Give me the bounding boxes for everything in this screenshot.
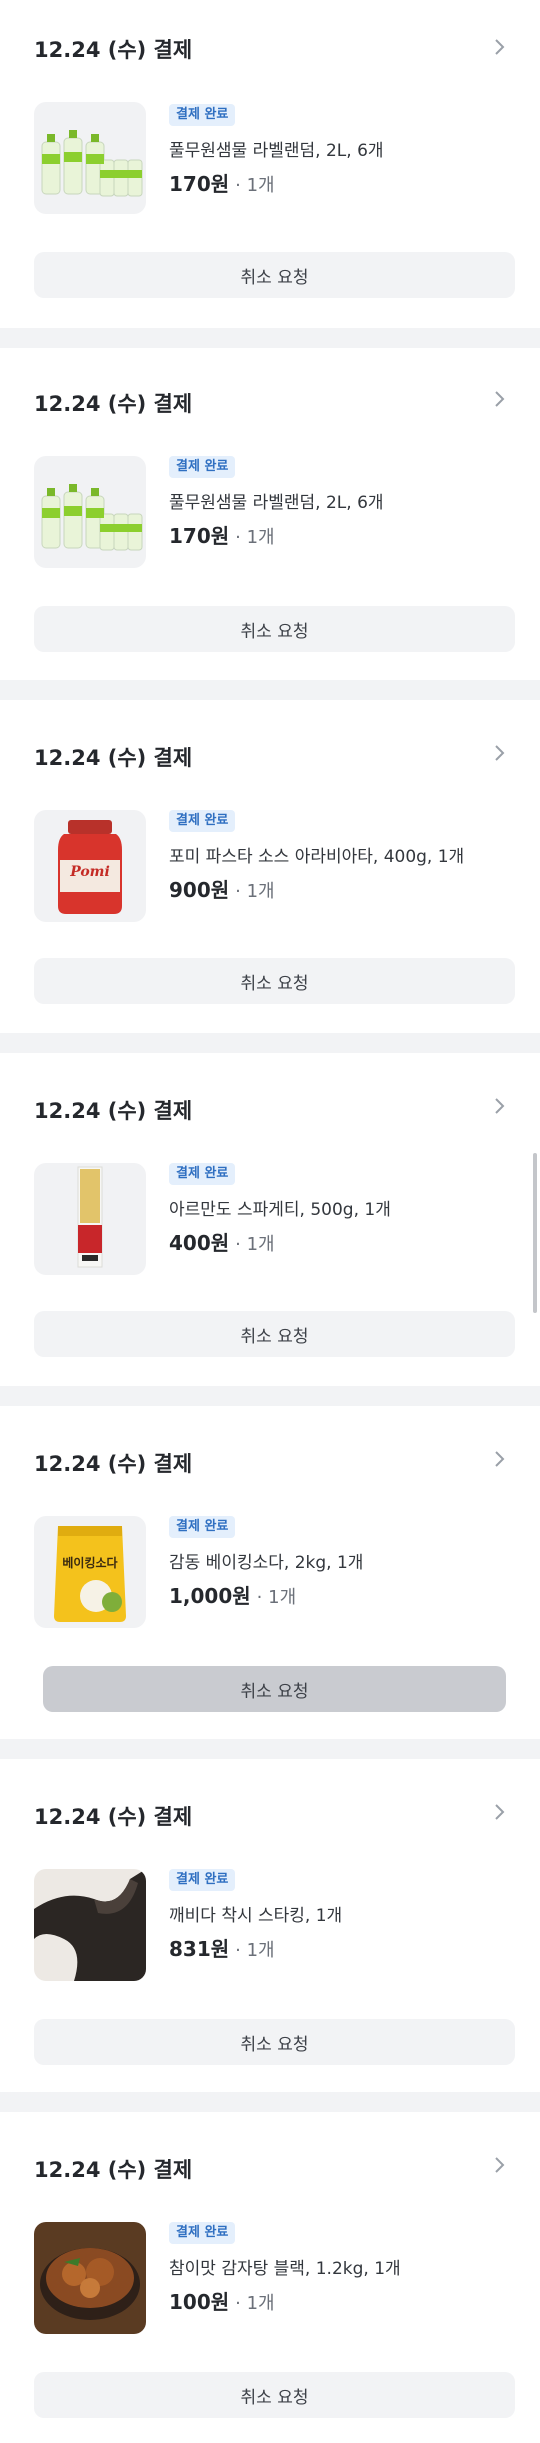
- section-divider: [0, 328, 540, 348]
- order-card: 12.24 (수) 결제 결제 완료 깨비다 착시 스타킹, 1개 831원 · …: [0, 1759, 540, 2092]
- order-date: 12.24 (수) 결제: [34, 1805, 193, 1829]
- order-card: 12.24 (수) 결제 결제 완료 풀무원샘물 라벨랜덤, 2L, 6개 17…: [0, 348, 540, 681]
- order-card: 12.24 (수) 결제 결제 완료 참이맛 감자탕 블랙, 1.2kg, 1개…: [0, 2112, 540, 2443]
- product-price: 900원 · 1개: [169, 874, 275, 903]
- payment-status-badge: 결제 완료: [169, 1516, 236, 1538]
- chevron-right-icon[interactable]: [488, 1448, 510, 1470]
- product-thumbnail[interactable]: [34, 1163, 146, 1275]
- quantity: · 1개: [235, 1234, 275, 1255]
- pouch-label: 베이킹소다: [62, 1556, 118, 1570]
- order-date: 12.24 (수) 결제: [34, 392, 193, 416]
- order-card: 12.24 (수) 결제 결제 완료 아르만도 스파게티, 500g, 1개 4…: [0, 1053, 540, 1386]
- product-thumbnail[interactable]: Pomi: [34, 810, 146, 922]
- product-name[interactable]: 포미 파스타 소스 아라비아타, 400g, 1개: [169, 842, 464, 867]
- section-divider: [0, 680, 540, 700]
- chevron-right-icon[interactable]: [488, 742, 510, 764]
- order-card: 12.24 (수) 결제 Pomi 결제 완료 포미 파스타 소스 아라비아타,…: [0, 700, 540, 1033]
- product-thumbnail[interactable]: [34, 456, 146, 568]
- jar-label: Pomi: [70, 864, 110, 880]
- product-name[interactable]: 깨비다 착시 스타킹, 1개: [169, 1901, 342, 1926]
- price-value: 1,000원: [169, 1584, 251, 1608]
- product-thumbnail[interactable]: 베이킹소다: [34, 1516, 146, 1628]
- payment-status-badge: 결제 완료: [169, 1163, 236, 1185]
- quantity: · 1개: [235, 527, 275, 548]
- price-value: 900원: [169, 878, 230, 902]
- product-price: 1,000원 · 1개: [169, 1580, 296, 1609]
- product-thumbnail[interactable]: [34, 1869, 146, 1981]
- product-thumbnail[interactable]: [34, 2222, 146, 2334]
- section-divider: [0, 1033, 540, 1053]
- scrollbar[interactable]: [533, 1153, 537, 1313]
- order-date: 12.24 (수) 결제: [34, 1452, 193, 1476]
- cancel-request-button[interactable]: 취소 요청: [34, 958, 515, 1004]
- chevron-right-icon[interactable]: [488, 36, 510, 58]
- section-divider: [0, 1386, 540, 1406]
- cancel-request-button[interactable]: 취소 요청: [34, 2019, 515, 2065]
- product-price: 100원 · 1개: [169, 2286, 275, 2315]
- cancel-request-button[interactable]: 취소 요청: [34, 252, 515, 298]
- cancel-request-button[interactable]: 취소 요청: [43, 1666, 506, 1712]
- cancel-request-button[interactable]: 취소 요청: [34, 606, 515, 652]
- product-name[interactable]: 풀무원샘물 라벨랜덤, 2L, 6개: [169, 488, 384, 513]
- quantity: · 1개: [235, 1940, 275, 1961]
- product-name[interactable]: 감동 베이킹소다, 2kg, 1개: [169, 1548, 363, 1573]
- section-divider: [0, 1739, 540, 1759]
- product-price: 831원 · 1개: [169, 1933, 275, 1962]
- product-name[interactable]: 풀무원샘물 라벨랜덤, 2L, 6개: [169, 136, 384, 161]
- payment-status-badge: 결제 완료: [169, 104, 236, 126]
- order-date: 12.24 (수) 결제: [34, 1099, 193, 1123]
- payment-status-badge: 결제 완료: [169, 2222, 236, 2244]
- order-card: 12.24 (수) 결제 결제 완료 풀무원샘물 라벨랜덤, 2L, 6개 17…: [0, 0, 540, 333]
- payment-status-badge: 결제 완료: [169, 456, 236, 478]
- quantity: · 1개: [235, 2293, 275, 2314]
- price-value: 170원: [169, 524, 230, 548]
- price-value: 400원: [169, 1231, 230, 1255]
- quantity: · 1개: [256, 1587, 297, 1608]
- cancel-request-button[interactable]: 취소 요청: [34, 2372, 515, 2418]
- cancel-request-button[interactable]: 취소 요청: [34, 1311, 515, 1357]
- product-price: 170원 · 1개: [169, 520, 275, 549]
- order-date: 12.24 (수) 결제: [34, 2158, 193, 2182]
- payment-status-badge: 결제 완료: [169, 810, 236, 832]
- quantity: · 1개: [235, 175, 275, 196]
- product-price: 170원 · 1개: [169, 168, 275, 197]
- chevron-right-icon[interactable]: [488, 1801, 510, 1823]
- price-value: 100원: [169, 2290, 230, 2314]
- price-value: 831원: [169, 1937, 230, 1961]
- order-card: 12.24 (수) 결제 베이킹소다 결제 완료 감동 베이킹소다, 2kg, …: [0, 1406, 540, 1739]
- chevron-right-icon[interactable]: [488, 388, 510, 410]
- product-name[interactable]: 참이맛 감자탕 블랙, 1.2kg, 1개: [169, 2254, 401, 2279]
- order-date: 12.24 (수) 결제: [34, 38, 193, 62]
- chevron-right-icon[interactable]: [488, 1095, 510, 1117]
- section-divider: [0, 2092, 540, 2112]
- chevron-right-icon[interactable]: [488, 2154, 510, 2176]
- product-thumbnail[interactable]: [34, 102, 146, 214]
- quantity: · 1개: [235, 881, 275, 902]
- product-name[interactable]: 아르만도 스파게티, 500g, 1개: [169, 1195, 391, 1220]
- price-value: 170원: [169, 172, 230, 196]
- product-price: 400원 · 1개: [169, 1227, 275, 1256]
- order-date: 12.24 (수) 결제: [34, 746, 193, 770]
- payment-status-badge: 결제 완료: [169, 1869, 236, 1891]
